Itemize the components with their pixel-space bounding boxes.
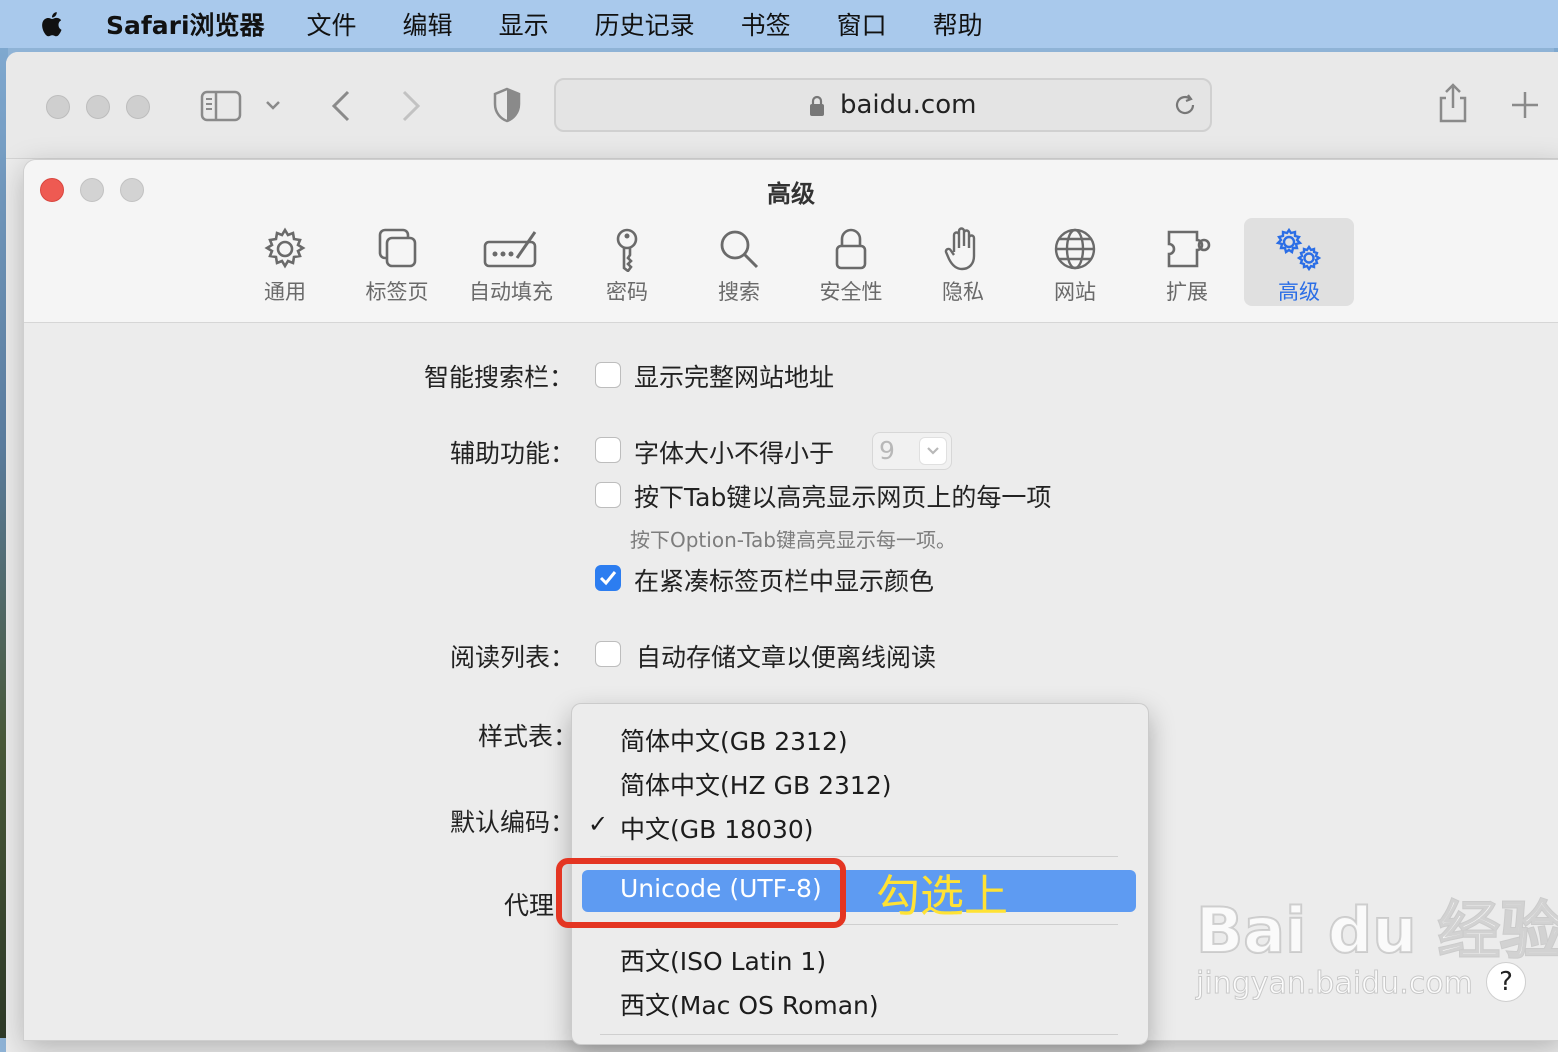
menu-edit[interactable]: 编辑 xyxy=(403,6,453,42)
font-size-value: 9 xyxy=(879,436,895,465)
tab-security-label: 安全性 xyxy=(819,280,883,304)
encoding-option-gb2312[interactable]: 简体中文(GB 2312) xyxy=(620,722,848,758)
smart-search-checkbox[interactable] xyxy=(595,362,621,388)
watermark-logo: Bai du 经验 xyxy=(1195,893,1558,968)
tab-autofill[interactable]: 自动填充 xyxy=(456,218,566,306)
tab-privacy-label: 隐私 xyxy=(942,280,984,304)
checkmark-icon: ✓ xyxy=(588,810,609,838)
menu-view[interactable]: 显示 xyxy=(499,6,549,42)
smart-search-option: 显示完整网站地址 xyxy=(634,363,835,392)
window-close-button[interactable] xyxy=(46,95,70,119)
help-button[interactable]: ? xyxy=(1486,962,1526,1002)
globe-icon xyxy=(1054,228,1096,270)
chevron-down-icon xyxy=(927,447,939,455)
privacy-shield-icon[interactable] xyxy=(492,86,522,124)
hand-icon xyxy=(944,227,976,271)
tab-highlight-checkbox[interactable] xyxy=(595,482,621,508)
annotation-highlight-box xyxy=(556,858,846,928)
prefs-title: 高级 xyxy=(767,180,815,208)
lock-icon xyxy=(835,228,867,270)
window-zoom-button[interactable] xyxy=(126,95,150,119)
reading-list-option: 自动存储文章以便离线阅读 xyxy=(636,643,937,672)
tab-autofill-label: 自动填充 xyxy=(469,280,553,304)
tab-search[interactable]: 搜索 xyxy=(684,218,794,306)
menu-help[interactable]: 帮助 xyxy=(933,6,983,42)
key-icon xyxy=(616,228,638,272)
menu-bar: Safari浏览器 文件 编辑 显示 历史记录 书签 窗口 帮助 xyxy=(0,0,1558,48)
tab-privacy[interactable]: 隐私 xyxy=(908,218,1018,306)
puzzle-icon xyxy=(1167,230,1211,268)
min-font-option: 字体大小不得小于 xyxy=(634,439,835,468)
font-size-select[interactable]: 9 xyxy=(872,432,952,470)
menu-window[interactable]: 窗口 xyxy=(837,6,887,42)
menu-separator xyxy=(600,1034,1118,1035)
tab-websites[interactable]: 网站 xyxy=(1020,218,1130,306)
tab-extensions[interactable]: 扩展 xyxy=(1132,218,1242,306)
reading-list-label: 阅读列表： xyxy=(450,643,576,672)
min-font-checkbox[interactable] xyxy=(595,437,621,463)
tabs-icon xyxy=(378,228,417,268)
forward-icon[interactable] xyxy=(398,88,424,124)
autofill-icon xyxy=(483,231,537,268)
search-icon xyxy=(720,230,759,269)
tab-advanced-label: 高级 xyxy=(1278,280,1320,304)
window-minimize-button[interactable] xyxy=(86,95,110,119)
tab-security[interactable]: 安全性 xyxy=(796,218,906,306)
default-encoding-label: 默认编码： xyxy=(450,808,576,837)
tab-passwords[interactable]: 密码 xyxy=(572,218,682,306)
tab-passwords-label: 密码 xyxy=(606,280,648,304)
encoding-option-gb18030[interactable]: 中文(GB 18030) xyxy=(620,810,814,846)
encoding-option-hz-gb2312[interactable]: 简体中文(HZ GB 2312) xyxy=(620,766,891,802)
gear-icon xyxy=(264,227,306,269)
menu-app-name[interactable]: Safari浏览器 xyxy=(106,6,265,42)
smart-search-label: 智能搜索栏： xyxy=(424,363,575,392)
tab-general[interactable]: 通用 xyxy=(230,218,340,306)
chevron-down-icon[interactable] xyxy=(264,98,282,112)
menu-file[interactable]: 文件 xyxy=(307,6,357,42)
menu-bookmarks[interactable]: 书签 xyxy=(741,6,791,42)
compact-tab-color-checkbox[interactable] xyxy=(595,565,621,591)
annotation-text: 勾选上 xyxy=(876,871,1008,922)
tab-advanced[interactable]: 高级 xyxy=(1244,218,1354,306)
checkmark-icon xyxy=(599,571,617,586)
address-text: baidu.com xyxy=(840,90,977,120)
gears-icon xyxy=(1275,227,1322,272)
safari-toolbar: baidu.com xyxy=(6,52,1558,159)
compact-tab-color-option: 在紧凑标签页栏中显示颜色 xyxy=(634,567,935,596)
encoding-option-iso-latin1[interactable]: 西文(ISO Latin 1) xyxy=(620,942,826,978)
address-bar[interactable]: baidu.com xyxy=(554,78,1212,132)
tab-websites-label: 网站 xyxy=(1054,280,1096,304)
reload-icon[interactable] xyxy=(1172,92,1198,118)
menu-separator xyxy=(600,856,1118,857)
tab-highlight-hint: 按下Option-Tab键高亮显示每一项。 xyxy=(630,528,956,552)
stylesheet-label: 样式表： xyxy=(478,722,579,751)
tab-highlight-option: 按下Tab键以高亮显示网页上的每一项 xyxy=(634,483,1052,512)
menu-history[interactable]: 历史记录 xyxy=(595,6,695,42)
sidebar-icon[interactable] xyxy=(200,90,242,122)
proxy-label: 代理 xyxy=(504,891,555,920)
tab-tabs-label: 标签页 xyxy=(365,280,429,304)
reading-list-checkbox[interactable] xyxy=(595,641,621,667)
font-size-dropdown-button[interactable] xyxy=(919,437,947,465)
watermark-url: jingyan.baidu.com xyxy=(1196,966,1474,1002)
share-icon[interactable] xyxy=(1436,82,1470,124)
tab-search-label: 搜索 xyxy=(718,280,760,304)
tab-general-label: 通用 xyxy=(264,280,306,304)
lock-icon xyxy=(810,95,824,116)
encoding-option-mac-roman[interactable]: 西文(Mac OS Roman) xyxy=(620,986,879,1022)
apple-logo-icon[interactable] xyxy=(38,9,68,39)
tab-extensions-label: 扩展 xyxy=(1166,280,1208,304)
back-icon[interactable] xyxy=(328,88,354,124)
preferences-header: 高级 通用 标签页 自动填充 密码 搜索 安全性 隐私 网站 扩展 高级 xyxy=(24,160,1558,323)
new-tab-icon[interactable] xyxy=(1510,90,1540,120)
tab-tabs[interactable]: 标签页 xyxy=(342,218,452,306)
accessibility-label: 辅助功能： xyxy=(450,439,576,468)
